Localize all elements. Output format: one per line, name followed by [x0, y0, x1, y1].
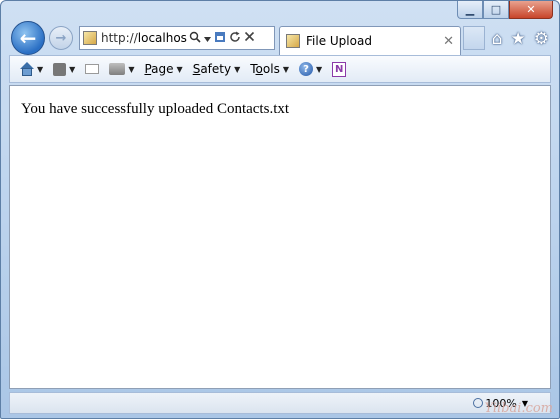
onenote-button[interactable]: N: [332, 61, 347, 77]
forward-button[interactable]: →: [49, 26, 73, 50]
status-bar: 100% ▼: [9, 392, 551, 414]
chevron-down-icon[interactable]: ▼: [316, 65, 322, 74]
rss-feed-icon: [53, 62, 67, 76]
favorites-star-icon[interactable]: ★: [511, 29, 526, 49]
toolbar-right-icons: ⌂ ★ ⚙: [492, 29, 549, 49]
tab-title: File Upload: [306, 34, 372, 48]
home-button[interactable]: ▼: [20, 62, 43, 76]
address-scheme: http://: [101, 31, 138, 45]
address-text[interactable]: http://localhost:: [101, 31, 187, 45]
onenote-icon: N: [332, 61, 347, 77]
watermark-logo: Yiibai.com: [484, 401, 553, 416]
search-icon[interactable]: [189, 31, 201, 46]
compatibility-icon[interactable]: [214, 31, 226, 46]
page-menu-label: Page: [144, 62, 174, 76]
chevron-down-icon: ▼: [176, 64, 183, 74]
address-bar[interactable]: http://localhost:: [79, 26, 275, 50]
print-button[interactable]: ▼: [109, 63, 134, 75]
tab-close-icon[interactable]: ✕: [443, 34, 454, 49]
read-mail-button[interactable]: [85, 64, 100, 74]
navigation-row: ← → http://localhost:: [9, 21, 551, 55]
minimize-button[interactable]: ▁: [457, 1, 483, 19]
mail-icon: [85, 64, 100, 74]
page-menu[interactable]: Page ▼: [144, 62, 182, 76]
upload-success-message: You have successfully uploaded Contacts.…: [21, 101, 290, 117]
tab-file-upload[interactable]: File Upload ✕: [279, 26, 461, 55]
tools-menu[interactable]: Tools ▼: [250, 62, 289, 76]
gear-icon[interactable]: ⚙: [534, 29, 549, 49]
browser-window: ▁ □ ✕ ← → http://localhost:: [0, 0, 560, 419]
tools-menu-label: Tools: [250, 62, 280, 76]
command-bar: ▼ ▼ ▼ Page ▼ Safety ▼ Tools ▼ ? ▼ N: [9, 55, 551, 83]
forward-arrow-icon: →: [55, 30, 67, 46]
maximize-button[interactable]: □: [483, 1, 509, 19]
dropdown-icon[interactable]: [204, 31, 211, 45]
back-arrow-icon: ←: [19, 26, 37, 50]
chevron-down-icon[interactable]: ▼: [69, 65, 75, 74]
help-icon: ?: [298, 62, 313, 76]
address-bar-icons: [189, 31, 255, 46]
safety-menu[interactable]: Safety ▼: [193, 62, 241, 76]
safety-menu-label: Safety: [192, 62, 232, 76]
feeds-button[interactable]: ▼: [53, 62, 75, 76]
page-icon: [83, 31, 97, 45]
caption-buttons: ▁ □ ✕: [457, 1, 553, 19]
tab-page-icon: [286, 34, 300, 48]
chevron-down-icon[interactable]: ▼: [128, 65, 134, 74]
chevron-down-icon[interactable]: ▼: [37, 65, 43, 74]
stop-icon[interactable]: [244, 31, 255, 45]
page-content: You have successfully uploaded Contacts.…: [9, 85, 551, 389]
close-window-button[interactable]: ✕: [509, 1, 553, 19]
help-button[interactable]: ? ▼: [298, 62, 322, 76]
new-tab-button[interactable]: [463, 26, 485, 50]
home-icon: [20, 62, 34, 76]
chevron-down-icon: ▼: [234, 64, 241, 74]
zoom-icon: [473, 398, 484, 408]
back-button[interactable]: ←: [11, 21, 45, 55]
address-host: localhost:: [137, 31, 187, 45]
home-icon[interactable]: ⌂: [492, 29, 503, 49]
printer-icon: [109, 63, 126, 75]
refresh-icon[interactable]: [229, 31, 241, 46]
chevron-down-icon: ▼: [282, 64, 289, 74]
